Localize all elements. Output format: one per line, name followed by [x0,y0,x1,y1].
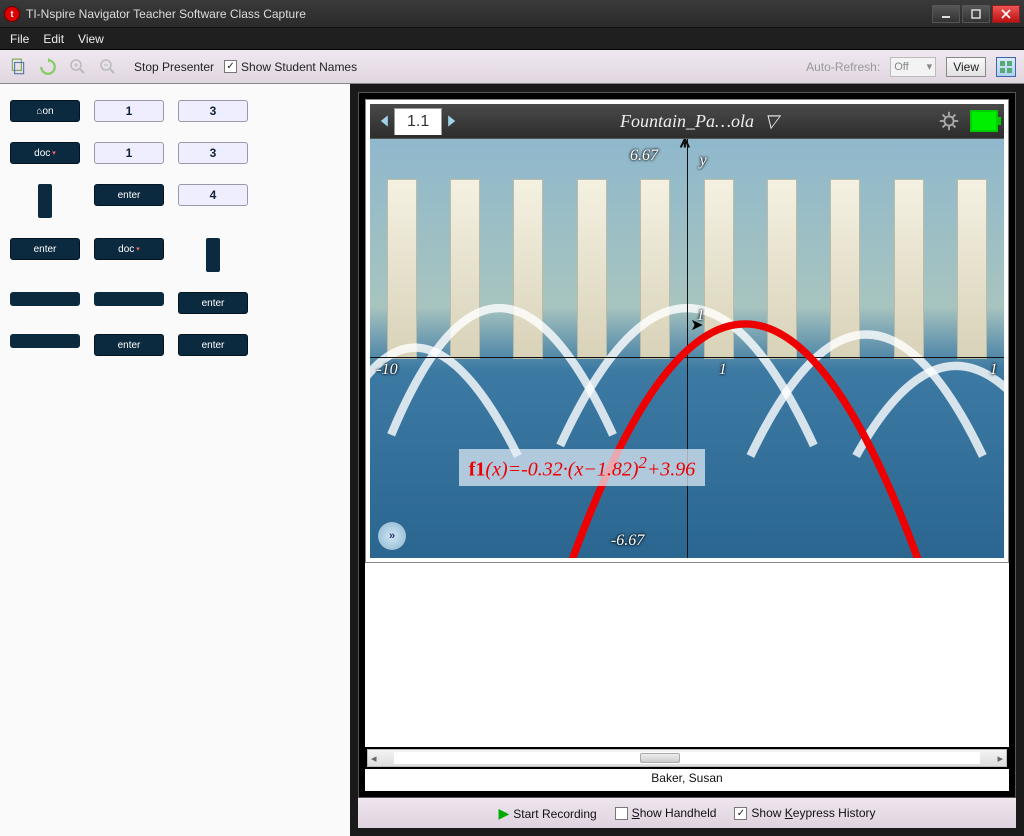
key-enter: enter [94,184,164,206]
play-icon: ▶ [499,805,510,821]
key-4: 4 [178,184,248,206]
parabola-curve [370,139,1004,558]
x-right-label: 1 [990,361,998,379]
show-keypress-label: Show Keypress History [751,806,875,820]
start-recording-button[interactable]: ▶Start Recording [499,805,597,822]
titlebar: t TI-Nspire Navigator Teacher Software C… [0,0,1024,28]
battery-icon [970,110,998,132]
view-button[interactable]: View [946,57,986,77]
menu-file[interactable]: File [10,32,29,46]
key-right-arrow [206,238,220,272]
key-wide [94,292,164,306]
gear-icon[interactable] [938,110,960,132]
key-3: 3 [178,142,248,164]
key-wide [10,334,80,348]
chevron-down-icon: ▾ [927,60,933,73]
zoom-out-icon[interactable] [98,57,118,77]
handheld-screen[interactable]: 1.1 Fountain_Pa…ola ▽ [365,99,1009,563]
auto-refresh-value: Off [894,61,908,73]
student-name-label: Baker, Susan [365,769,1009,791]
y-bottom-label: -6.67 [611,532,644,550]
scrollbar-thumb[interactable] [640,753,680,763]
auto-refresh-combo[interactable]: Off ▾ [890,57,936,77]
x-tick-1: 1 [719,361,727,379]
page-tab[interactable]: 1.1 [394,108,442,135]
scroll-left-icon[interactable]: ◂ [368,752,380,765]
key-enter: enter [10,238,80,260]
equation-f1: f1 [469,459,486,481]
key-doc: doc [94,238,164,260]
show-handheld-checkbox[interactable]: Show Handheld [615,806,717,820]
key-enter: enter [178,292,248,314]
auto-refresh-label: Auto-Refresh: [806,60,880,74]
maximize-button[interactable] [962,5,990,23]
show-handheld-label: Show Handheld [632,806,717,820]
menubar: File Edit View [0,28,1024,50]
key-home-on: ⌂on [10,100,80,122]
minimize-button[interactable] [932,5,960,23]
app-icon: t [4,6,20,22]
menu-edit[interactable]: Edit [43,32,64,46]
checkmark-icon: ✓ [224,60,237,73]
window-title: TI-Nspire Navigator Teacher Software Cla… [26,7,306,21]
equation-exp: 2 [638,453,646,472]
zoom-in-icon[interactable] [68,57,88,77]
key-doc: doc [10,142,80,164]
cursor-icon: ➤ [690,315,703,335]
keypress-history-pane: ⌂on 1 3 doc 1 3 enter 4 enter doc enter … [0,84,350,836]
checkmark-icon: ✓ [734,807,747,820]
refresh-icon[interactable] [38,57,58,77]
main-area: ⌂on 1 3 doc 1 3 enter 4 enter doc enter … [0,84,1024,836]
y-axis-label: y [700,152,707,170]
screen-header: 1.1 Fountain_Pa…ola ▽ [370,104,1004,138]
show-student-names-checkbox[interactable]: ✓ Show Student Names [224,60,357,74]
key-1: 1 [94,100,164,122]
toolbar: Stop Presenter ✓ Show Student Names Auto… [0,50,1024,84]
capture-pane: 1.1 Fountain_Pa…ola ▽ [350,84,1024,836]
scroll-right-icon[interactable]: ▸ [994,752,1006,765]
copy-icon[interactable] [8,57,28,77]
equation-body: =-0.32·(x−1.82) [508,459,639,481]
document-name-text: Fountain_Pa…ola [620,111,754,131]
equation-x: (x) [485,459,507,481]
tile-view-icon[interactable] [996,57,1016,77]
chevron-down-icon: ▽ [764,111,778,132]
key-3: 3 [178,100,248,122]
menu-view[interactable]: View [78,32,104,46]
document-name[interactable]: Fountain_Pa…ola ▽ [460,111,938,132]
stop-presenter-button[interactable]: Stop Presenter [134,60,214,74]
key-wide [10,292,80,306]
expand-icon[interactable]: » [378,522,406,550]
show-keypress-checkbox[interactable]: ✓ Show Keypress History [734,806,875,820]
x-left-label: -10 [376,361,397,379]
checkbox-empty-icon [615,807,628,820]
capture-whitespace [365,563,1009,747]
next-page-icon[interactable] [442,109,460,133]
equation-tail: +3.96 [647,459,696,481]
key-enter: enter [94,334,164,356]
close-button[interactable] [992,5,1020,23]
key-right-arrow [38,184,52,218]
y-top-label: 6.67 [630,147,658,165]
prev-page-icon[interactable] [376,109,394,133]
key-enter: enter [178,334,248,356]
show-student-names-label: Show Student Names [241,60,357,74]
bottom-toolbar: ▶Start Recording Show Handheld ✓ Show Ke… [358,798,1016,828]
graph-area[interactable]: 6.67 y 1 -10 1 1 -6.67 f1(x)=-0.32·(x−1.… [370,138,1004,558]
key-1: 1 [94,142,164,164]
start-recording-label: Start Recording [513,807,596,821]
equation-label[interactable]: f1(x)=-0.32·(x−1.82)2+3.96 [459,449,706,486]
horizontal-scrollbar[interactable]: ◂ ▸ [367,749,1007,767]
